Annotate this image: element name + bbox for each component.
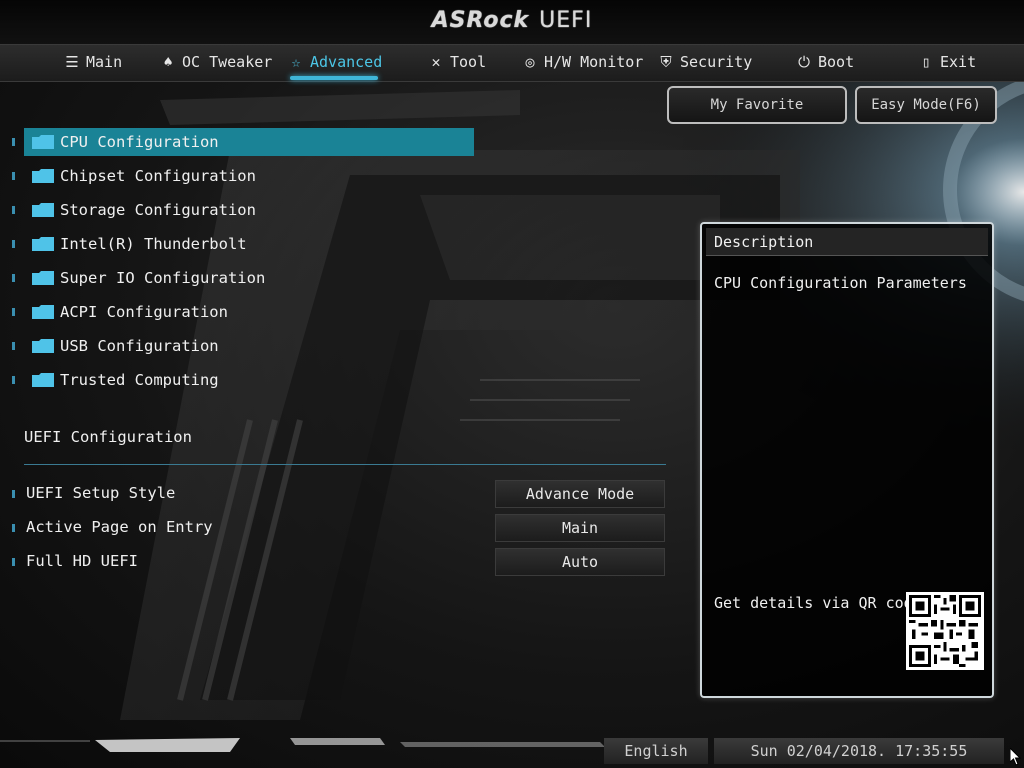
bullet-marker [12,138,15,146]
folder-icon [32,237,54,251]
folder-icon [32,373,54,387]
tab-boot[interactable]: ⏻ Boot [796,45,854,79]
tab-label: Security [680,53,753,71]
bullet-marker [12,524,15,532]
my-favorite-label: My Favorite [710,97,804,113]
menu-item-chipset-configuration[interactable]: Chipset Configuration [24,162,474,190]
datetime-display: Sun 02/04/2018. 17:35:55 [714,738,1004,764]
bullet-marker [12,376,15,384]
folder-icon [32,339,54,353]
active-page-select[interactable]: Main [495,514,665,542]
qr-hint: Get details via QR code [714,594,922,612]
bullet-marker [12,274,15,282]
full-hd-uefi-select[interactable]: Auto [495,548,665,576]
exit-door-icon: ▯ [921,53,931,71]
uefi-screen: ASRock UEFI ☰ Main ♠ OC Tweaker ☆ Advance… [0,0,1024,768]
bullet-marker [12,342,15,350]
main-nav: ☰ Main ♠ OC Tweaker ☆ Advanced ✕ Tool ◎ … [0,44,1024,82]
monitor-icon: ◎ [525,53,535,71]
tools-icon: ✕ [431,53,441,71]
section-divider [24,464,666,465]
folder-icon [32,169,54,183]
bullet-marker [12,240,15,248]
my-favorite-button[interactable]: My Favorite [667,86,847,124]
tab-label: Boot [818,53,855,71]
tab-main[interactable]: ☰ Main [64,45,122,79]
section-title-uefi-configuration: UEFI Configuration [24,428,192,446]
tab-hw-monitor[interactable]: ◎ H/W Monitor [522,45,643,79]
folder-icon [32,305,54,319]
mouse-cursor-icon [1010,748,1022,766]
brand-name: ASRock [431,8,530,33]
tab-security[interactable]: ⛨ Security [658,45,752,79]
easy-mode-label: Easy Mode(F6) [871,97,981,113]
bullet-marker [12,206,15,214]
tab-label: Main [86,53,123,71]
description-text: CPU Configuration Parameters [714,274,967,292]
description-panel: Description CPU Configuration Parameters… [700,222,994,698]
setting-label-active-page-on-entry: Active Page on Entry [26,518,213,536]
setting-label-full-hd-uefi: Full HD UEFI [26,552,138,570]
menu-item-label: USB Configuration [60,337,219,355]
bullet-marker [12,490,15,498]
folder-icon [32,203,54,217]
menu-item-acpi-configuration[interactable]: ACPI Configuration [24,298,474,326]
bullet-marker [12,308,15,316]
tab-exit[interactable]: ▯ Exit [918,45,976,79]
bullet-marker [12,172,15,180]
tab-oc-tweaker[interactable]: ♠ OC Tweaker [160,45,272,79]
tab-label: Exit [940,53,977,71]
menu-item-label: CPU Configuration [60,133,219,151]
menu-item-trusted-computing[interactable]: Trusted Computing [24,366,474,394]
menu-item-label: Super IO Configuration [60,269,266,287]
menu-item-label: Chipset Configuration [60,167,256,185]
asrock-uefi-logo: ASRock UEFI [0,8,1024,33]
language-button[interactable]: English [604,738,708,764]
power-icon: ⏻ [798,53,810,71]
tab-advanced[interactable]: ☆ Advanced [288,45,382,79]
menu-item-label: Intel(R) Thunderbolt [60,235,247,253]
qr-code [906,592,984,670]
menu-item-cpu-configuration[interactable]: CPU Configuration [24,128,474,156]
title-bar: ASRock UEFI [0,0,1024,44]
menu-item-storage-configuration[interactable]: Storage Configuration [24,196,474,224]
tab-label: Tool [450,53,487,71]
uefi-setup-style-select[interactable]: Advance Mode [495,480,665,508]
menu-item-intel-thunderbolt[interactable]: Intel(R) Thunderbolt [24,230,474,258]
rocket-icon: ♠ [163,53,173,71]
folder-icon [32,135,54,149]
menu-item-label: Storage Configuration [60,201,256,219]
bullet-marker [12,558,15,566]
product-name: UEFI [539,8,593,33]
description-header: Description [706,228,988,256]
shield-icon: ⛨ [660,53,672,71]
tab-label: OC Tweaker [182,53,273,71]
tab-tool[interactable]: ✕ Tool [428,45,486,79]
menu-item-label: Trusted Computing [60,371,219,389]
menu-item-usb-configuration[interactable]: USB Configuration [24,332,474,360]
menu-item-super-io-configuration[interactable]: Super IO Configuration [24,264,474,292]
setting-label-uefi-setup-style: UEFI Setup Style [26,484,176,502]
list-icon: ☰ [65,53,79,71]
menu-item-label: ACPI Configuration [60,303,228,321]
star-icon: ☆ [291,53,301,71]
tab-label: H/W Monitor [544,53,644,71]
tab-label: Advanced [310,53,383,71]
folder-icon [32,271,54,285]
easy-mode-button[interactable]: Easy Mode(F6) [855,86,997,124]
active-tab-indicator [290,76,378,80]
